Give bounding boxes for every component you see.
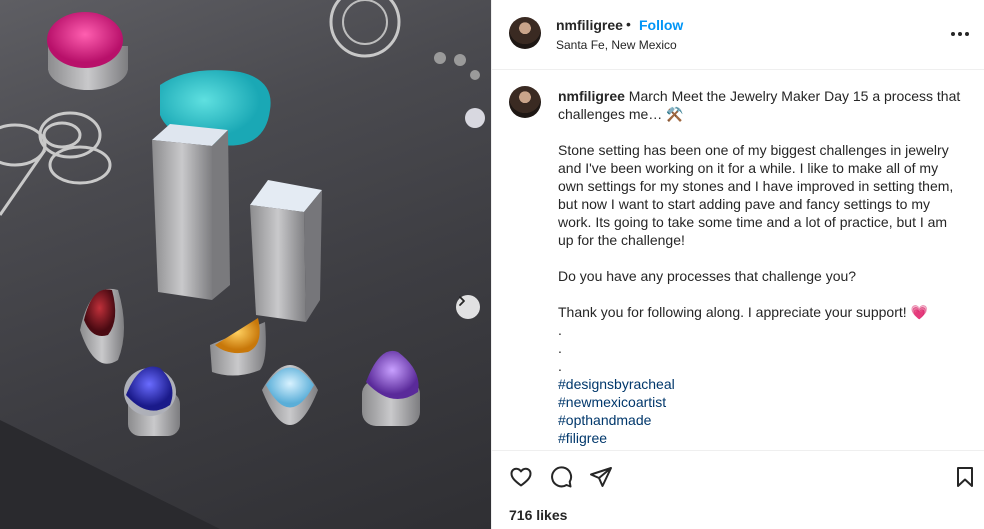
caption-dot: . xyxy=(558,358,562,374)
share-button[interactable] xyxy=(589,465,613,489)
caption-paragraph-3: Thank you for following along. I appreci… xyxy=(558,303,966,321)
caption-paragraph-1: Stone setting has been one of my biggest… xyxy=(558,142,954,248)
caption-avatar[interactable] xyxy=(509,86,541,118)
comment-icon xyxy=(551,466,573,488)
caption-paragraph-2: Do you have any processes that challenge… xyxy=(558,268,857,284)
caption-dot: . xyxy=(558,340,562,356)
post-panel: nmfiligree • Follow Santa Fe, New Mexico… xyxy=(491,0,984,529)
comment-button[interactable] xyxy=(549,465,573,489)
likes-count[interactable]: 716 likes xyxy=(509,507,567,523)
share-icon xyxy=(590,467,612,487)
avatar[interactable] xyxy=(509,17,541,49)
heart-emoji: 💗 xyxy=(910,304,928,320)
hashtag-link[interactable]: #filigree xyxy=(558,429,966,447)
caption-area: nmfiligree March Meet the Jewelry Maker … xyxy=(492,70,984,450)
post-header: nmfiligree • Follow Santa Fe, New Mexico xyxy=(492,0,984,70)
next-photo-button[interactable] xyxy=(456,295,480,319)
caption-username[interactable]: nmfiligree xyxy=(558,88,625,104)
chevron-right-icon xyxy=(459,296,465,306)
more-options-button[interactable] xyxy=(948,22,972,46)
hashtag-link[interactable]: #opthandmade xyxy=(558,411,966,429)
like-button[interactable] xyxy=(509,465,533,489)
jewelry-photo-illustration xyxy=(0,0,485,529)
location-link[interactable]: Santa Fe, New Mexico xyxy=(556,38,677,52)
hashtag-link[interactable]: #newmexicoartist xyxy=(558,393,966,411)
follow-button[interactable]: Follow xyxy=(639,17,683,33)
more-horizontal-icon xyxy=(951,32,969,36)
heart-icon xyxy=(510,467,532,487)
caption-body: nmfiligree March Meet the Jewelry Maker … xyxy=(558,87,966,447)
post-photo[interactable] xyxy=(0,0,491,529)
action-bar xyxy=(492,450,984,502)
caption-first-line: nmfiligree March Meet the Jewelry Maker … xyxy=(558,87,966,123)
header-username[interactable]: nmfiligree xyxy=(556,17,623,33)
hashtag-link[interactable]: #designsbyracheal xyxy=(558,375,966,393)
caption-thanks: Thank you for following along. I appreci… xyxy=(558,304,907,320)
caption-dot: . xyxy=(558,322,562,338)
separator-dot: • xyxy=(626,16,631,32)
hammer-pick-emoji: ⚒️ xyxy=(666,106,684,122)
bookmark-icon xyxy=(957,467,973,487)
save-button[interactable] xyxy=(953,465,977,489)
